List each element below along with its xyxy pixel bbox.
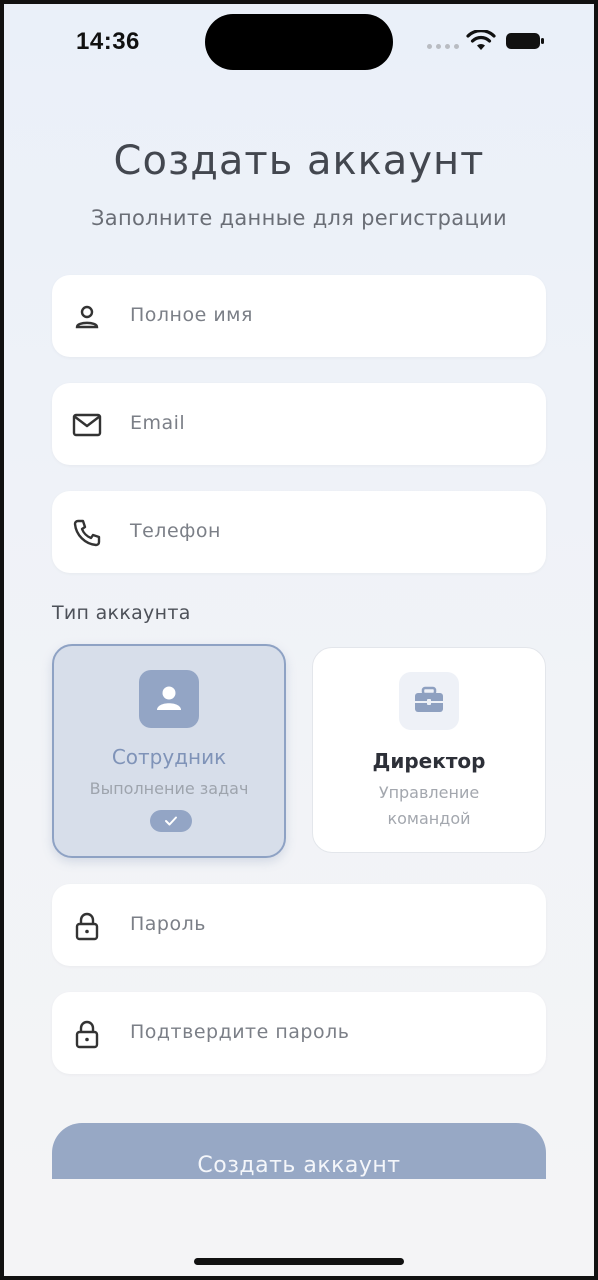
mail-icon: [72, 413, 102, 437]
account-type-director[interactable]: Директор Управление командой: [312, 647, 546, 853]
employee-badge: [139, 670, 199, 728]
person-icon: [157, 686, 181, 710]
lock-icon: [75, 912, 99, 941]
signal-icon: [427, 44, 459, 49]
briefcase-icon: [415, 686, 443, 712]
email-field[interactable]: Email: [52, 383, 546, 465]
dynamic-island: [205, 14, 393, 70]
password-placeholder: Пароль: [130, 913, 206, 935]
phone-field[interactable]: Телефон: [52, 491, 546, 573]
email-placeholder: Email: [130, 412, 186, 434]
director-badge: [399, 672, 459, 730]
create-account-label: Создать аккаунт: [197, 1153, 401, 1178]
battery-icon: [506, 33, 544, 49]
status-bar: 14:36: [0, 0, 598, 84]
check-icon: [165, 816, 177, 826]
home-indicator: [194, 1258, 404, 1265]
director-name: Директор: [372, 749, 486, 773]
selected-check: [150, 810, 192, 832]
confirm-password-placeholder: Подтвердите пароль: [130, 1021, 350, 1043]
device-frame: [0, 0, 598, 1280]
phone-icon: [73, 519, 101, 547]
account-type-employee[interactable]: Сотрудник Выполнение задач: [52, 644, 286, 858]
status-time: 14:36: [76, 28, 140, 55]
confirm-password-field[interactable]: Подтвердите пароль: [52, 992, 546, 1074]
employee-name: Сотрудник: [111, 745, 227, 769]
user-icon: [75, 305, 99, 329]
employee-description: Выполнение задач: [89, 779, 249, 798]
full-name-field[interactable]: Полное имя: [52, 275, 546, 357]
director-description: Управление командой: [378, 783, 480, 828]
page-subtitle: Заполните данные для регистрации: [91, 206, 507, 230]
account-type-label: Тип аккаунта: [52, 602, 191, 624]
page-title: Создать аккаунт: [113, 138, 485, 184]
lock-icon: [75, 1020, 99, 1049]
full-name-placeholder: Полное имя: [130, 304, 253, 326]
phone-placeholder: Телефон: [130, 520, 221, 542]
wifi-icon: [466, 30, 496, 50]
create-account-button[interactable]: Создать аккаунт: [52, 1123, 546, 1179]
password-field[interactable]: Пароль: [52, 884, 546, 966]
